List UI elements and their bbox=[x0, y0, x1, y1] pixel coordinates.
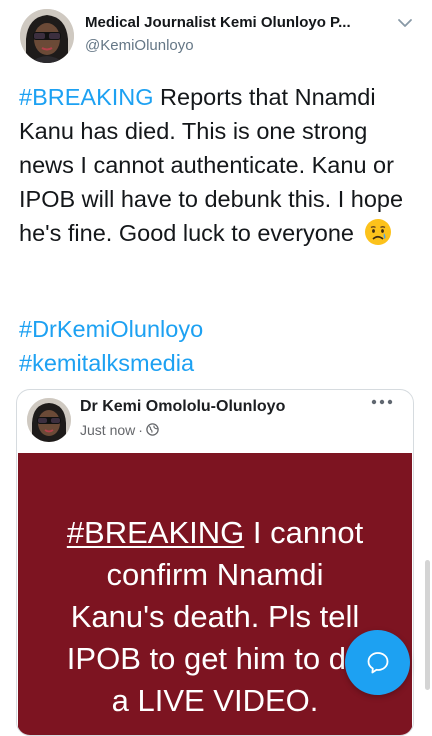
hashtag-breaking-link[interactable]: #BREAKING bbox=[19, 84, 154, 110]
post-hashtag-breaking[interactable]: #BREAKING bbox=[67, 515, 244, 550]
embedded-post-text: #BREAKING I cannot confirm Nnamdi Kanu's… bbox=[18, 512, 412, 722]
compose-tweet-button[interactable] bbox=[345, 630, 410, 695]
meta-separator: · bbox=[138, 422, 143, 438]
author-avatar[interactable] bbox=[20, 9, 74, 63]
tweet-header: Medical Journalist Kemi Olunloyo P... @K… bbox=[0, 0, 432, 70]
embedded-author-name[interactable]: Dr Kemi Omololu-Olunloyo bbox=[80, 397, 285, 417]
post-text-line-1: I cannot bbox=[244, 515, 364, 550]
author-handle[interactable]: @KemiOlunloyo bbox=[85, 36, 194, 56]
compose-tweet-icon bbox=[367, 652, 389, 674]
hashtag-list: #DrKemiOlunloyo #kemitalksmedia bbox=[19, 312, 203, 380]
embedded-post-meta: Just now · bbox=[80, 421, 159, 439]
author-display-name[interactable]: Medical Journalist Kemi Olunloyo P... bbox=[85, 13, 375, 33]
post-text-line-2: confirm Nnamdi bbox=[106, 557, 324, 592]
embedded-post-image: #BREAKING I cannot confirm Nnamdi Kanu's… bbox=[18, 453, 412, 735]
hashtag-drkemiolunloyo-link[interactable]: #DrKemiOlunloyo bbox=[19, 312, 203, 346]
more-options-icon[interactable] bbox=[370, 396, 394, 408]
post-text-line-3: Kanu's death. Pls tell bbox=[70, 599, 360, 634]
chevron-down-icon[interactable] bbox=[394, 12, 416, 34]
globe-icon bbox=[146, 423, 159, 436]
post-timestamp: Just now bbox=[80, 422, 136, 438]
tweet-text: #BREAKING Reports that Nnamdi Kanu has d… bbox=[19, 80, 424, 250]
scrollbar-thumb[interactable] bbox=[425, 560, 430, 690]
crying-face-emoji-icon bbox=[363, 217, 393, 247]
embedded-author-avatar[interactable] bbox=[27, 398, 71, 442]
hashtag-kemitalksmedia-link[interactable]: #kemitalksmedia bbox=[19, 346, 203, 380]
post-text-line-5: a LIVE VIDEO. bbox=[111, 683, 319, 718]
